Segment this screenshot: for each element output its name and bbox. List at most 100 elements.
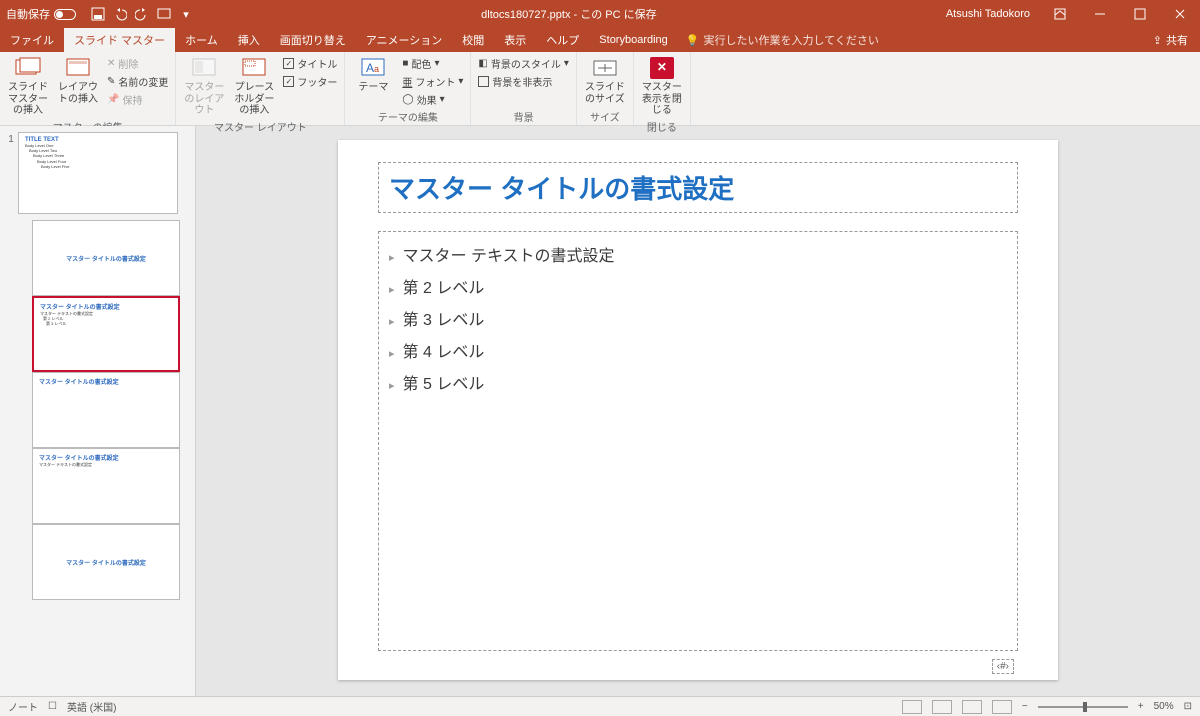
tab-animation[interactable]: アニメーション: [356, 28, 453, 52]
delete-button[interactable]: ✕削除: [104, 54, 171, 72]
slide-editor[interactable]: マスター タイトルの書式設定 マスター テキストの書式設定 第 2 レベル 第 …: [338, 140, 1058, 680]
layout-thumbnail-2[interactable]: マスター タイトルの書式設定 マスター テキストの書式設定 第 2 レベル 第 …: [32, 296, 180, 372]
body-placeholder[interactable]: マスター テキストの書式設定 第 2 レベル 第 3 レベル 第 4 レベル 第…: [378, 231, 1018, 651]
sorter-view-icon[interactable]: [932, 700, 952, 714]
body-level-2[interactable]: 第 2 レベル: [389, 280, 484, 297]
body-level-1[interactable]: マスター テキストの書式設定: [389, 248, 615, 265]
svg-text:A: A: [366, 61, 374, 75]
autosave-label: 自動保存: [6, 6, 50, 22]
placeholder-icon: [240, 56, 268, 80]
master-layout-icon: [190, 56, 218, 80]
quick-access-toolbar: ▾: [82, 6, 202, 22]
tell-me-search[interactable]: 💡 実行したい作業を入力してください: [678, 28, 887, 52]
window-controls: [1040, 0, 1200, 28]
body-level-4[interactable]: 第 4 レベル: [389, 344, 484, 361]
placeholder-button[interactable]: プレースホルダーの挿入: [230, 54, 278, 119]
window-title: dltocs180727.pptx - この PC に保存: [202, 6, 936, 22]
slide-size-icon: [591, 56, 619, 80]
bg-style-button[interactable]: ◧背景のスタイル▾: [475, 54, 571, 72]
slideshow-view-icon[interactable]: [992, 700, 1012, 714]
zoom-slider[interactable]: [1038, 706, 1128, 708]
normal-view-icon[interactable]: [902, 700, 922, 714]
slide-size-button[interactable]: スライドのサイズ: [581, 54, 629, 107]
slide-master-icon: [14, 56, 42, 80]
maximize-icon[interactable]: [1120, 0, 1160, 28]
slideshow-icon[interactable]: [156, 6, 172, 22]
tab-review[interactable]: 校閲: [452, 28, 494, 52]
delete-icon: ✕: [107, 58, 115, 69]
ribbon-group-edit: スライド マスターの挿入 レイアウトの挿入 ✕削除 ✎名前の変更 📌保持 マスタ…: [0, 52, 176, 125]
notes-button[interactable]: ノート: [8, 699, 38, 714]
save-icon[interactable]: [90, 6, 106, 22]
layout-thumbnail-4[interactable]: マスター タイトルの書式設定マスター テキストの書式設定: [32, 448, 180, 524]
user-name[interactable]: Atsushi Tadokoro: [936, 8, 1040, 20]
qat-more-icon[interactable]: ▾: [178, 6, 194, 22]
insert-slide-master-label: スライド マスターの挿入: [6, 82, 50, 117]
autosave-toggle[interactable]: 自動保存: [0, 6, 82, 22]
zoom-out-button[interactable]: −: [1022, 701, 1028, 712]
tab-view[interactable]: 表示: [494, 28, 536, 52]
hide-bg-checkbox[interactable]: 背景を非表示: [475, 72, 571, 90]
language-status[interactable]: 英語 (米国): [67, 699, 116, 714]
colors-button[interactable]: ■配色▾: [399, 54, 466, 72]
reading-view-icon[interactable]: [962, 700, 982, 714]
autosave-switch[interactable]: [54, 9, 76, 20]
slide-title-text[interactable]: マスター タイトルの書式設定: [389, 169, 1007, 206]
search-icon: 💡: [686, 34, 700, 47]
tab-storyboarding[interactable]: Storyboarding: [589, 28, 678, 52]
footer-checkbox[interactable]: ✓フッター: [280, 72, 340, 90]
ribbon-group-theme: Aa テーマ ■配色▾ 亜フォント▾ ◯効果▾ テーマの編集: [345, 52, 471, 125]
redo-icon[interactable]: [134, 6, 150, 22]
effects-icon: ◯: [402, 94, 413, 105]
zoom-level[interactable]: 50%: [1154, 701, 1174, 712]
minimize-icon[interactable]: [1080, 0, 1120, 28]
insert-slide-master-button[interactable]: スライド マスターの挿入: [4, 54, 52, 119]
tab-file[interactable]: ファイル: [0, 28, 64, 52]
master-layout-button[interactable]: マスターのレイアウト: [180, 54, 228, 119]
tab-help[interactable]: ヘルプ: [536, 28, 589, 52]
accessibility-icon[interactable]: ☐: [48, 701, 57, 712]
layout-thumbnail-3[interactable]: マスター タイトルの書式設定: [32, 372, 180, 448]
insert-layout-button[interactable]: レイアウトの挿入: [54, 54, 102, 107]
ribbon-group-size: スライドのサイズ サイズ: [577, 52, 634, 125]
effects-button[interactable]: ◯効果▾: [399, 90, 466, 108]
title-bar: 自動保存 ▾ dltocs180727.pptx - この PC に保存 Ats…: [0, 0, 1200, 28]
master-thumbnail[interactable]: TITLE TEXT Body Level One Body Level Two…: [18, 132, 178, 214]
insert-layout-label: レイアウトの挿入: [56, 82, 100, 105]
body-level-3[interactable]: 第 3 レベル: [389, 312, 484, 329]
ribbon-group-layout: マスターのレイアウト プレースホルダーの挿入 ✓タイトル ✓フッター マスター …: [176, 52, 345, 125]
preserve-icon: 📌: [107, 94, 119, 105]
tab-transition[interactable]: 画面切り替え: [270, 28, 356, 52]
undo-icon[interactable]: [112, 6, 128, 22]
zoom-in-button[interactable]: +: [1138, 701, 1144, 712]
svg-text:a: a: [374, 64, 379, 74]
body-level-5[interactable]: 第 5 レベル: [389, 376, 484, 393]
fonts-button[interactable]: 亜フォント▾: [399, 72, 466, 90]
tab-slide-master[interactable]: スライド マスター: [64, 28, 175, 52]
tell-me-placeholder: 実行したい作業を入力してください: [704, 32, 879, 48]
theme-icon: Aa: [359, 56, 387, 80]
preserve-button[interactable]: 📌保持: [104, 90, 171, 108]
share-icon: ⇪: [1153, 34, 1162, 47]
title-placeholder[interactable]: マスター タイトルの書式設定: [378, 162, 1018, 213]
share-button[interactable]: ⇪ 共有: [1141, 28, 1200, 52]
rename-icon: ✎: [107, 76, 115, 87]
slide-canvas[interactable]: マスター タイトルの書式設定 マスター テキストの書式設定 第 2 レベル 第 …: [196, 126, 1200, 696]
tab-home[interactable]: ホーム: [175, 28, 228, 52]
thumbnail-pane[interactable]: 1 TITLE TEXT Body Level One Body Level T…: [0, 126, 196, 696]
layout-thumbnail-1[interactable]: マスター タイトルの書式設定: [32, 220, 180, 296]
title-checkbox[interactable]: ✓タイトル: [280, 54, 340, 72]
ribbon: スライド マスターの挿入 レイアウトの挿入 ✕削除 ✎名前の変更 📌保持 マスタ…: [0, 52, 1200, 126]
ribbon-options-icon[interactable]: [1040, 0, 1080, 28]
layout-thumbnail-5[interactable]: マスター タイトルの書式設定: [32, 524, 180, 600]
tab-insert[interactable]: 挿入: [228, 28, 270, 52]
theme-button[interactable]: Aa テーマ: [349, 54, 397, 96]
close-icon[interactable]: [1160, 0, 1200, 28]
bg-style-icon: ◧: [478, 58, 487, 69]
close-master-button[interactable]: ✕ マスター表示を閉じる: [638, 54, 686, 119]
workspace: 1 TITLE TEXT Body Level One Body Level T…: [0, 126, 1200, 696]
page-number-placeholder[interactable]: ‹#›: [992, 659, 1014, 674]
fit-window-icon[interactable]: ⊡: [1184, 701, 1192, 712]
layout-insert-icon: [64, 56, 92, 80]
rename-button[interactable]: ✎名前の変更: [104, 72, 171, 90]
